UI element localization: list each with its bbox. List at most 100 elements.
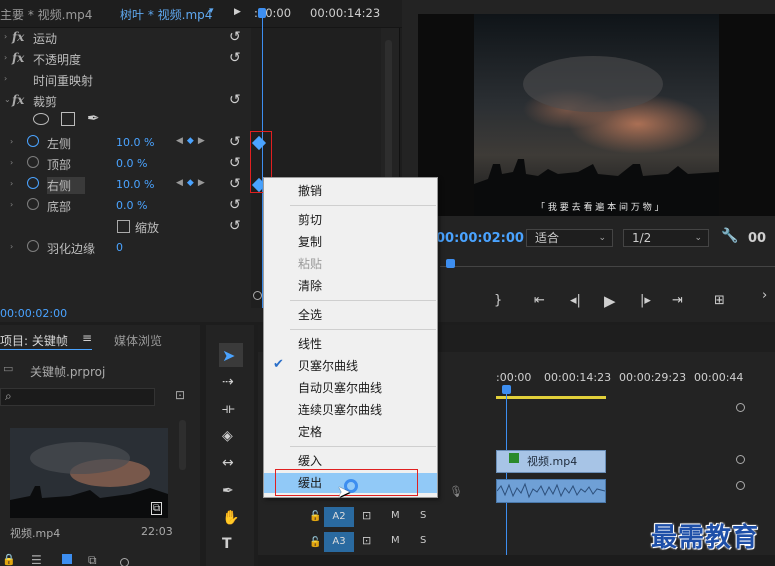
source-clip-tab[interactable]: 主要 * 视频.mp4 — [0, 6, 92, 23]
property-opacity[interactable]: › fx 不透明度 ↺ — [0, 49, 250, 70]
scroll-handle-top[interactable] — [736, 403, 745, 412]
menu-item-bezier[interactable]: 贝塞尔曲线 — [264, 356, 437, 376]
track-select-tool-icon[interactable]: ⇢ — [222, 374, 234, 390]
video-clip[interactable]: 视频.mp4 — [496, 450, 606, 473]
track-a3-label[interactable]: A3 — [324, 532, 354, 552]
playhead-handle[interactable] — [258, 8, 266, 18]
voiceover-icon[interactable]: 🎙 — [449, 485, 463, 498]
monitor-playhead[interactable] — [446, 259, 455, 268]
fx-icon[interactable]: fx — [12, 51, 24, 65]
menu-item-undo[interactable]: 撤销 — [264, 181, 437, 201]
hand-tool-icon[interactable]: ✋ — [222, 510, 239, 526]
play-icon[interactable]: ▶ — [604, 292, 616, 310]
export-frame-icon[interactable]: ⊞ — [714, 293, 725, 308]
reset-icon[interactable]: ↺ — [229, 176, 241, 192]
lock-icon[interactable]: 🔒 — [2, 553, 16, 566]
scroll-handle-audio[interactable] — [736, 481, 745, 490]
menu-item-hold[interactable]: 定格 — [264, 422, 437, 442]
expand-arrow-icon[interactable]: › — [10, 242, 13, 251]
media-browser-tab[interactable]: 媒体浏览 — [114, 332, 162, 349]
fx-icon[interactable]: fx — [12, 93, 24, 107]
ellipse-mask-icon[interactable] — [33, 113, 49, 125]
list-view-icon[interactable]: ☰ — [31, 553, 42, 566]
selection-tool-icon[interactable]: ➤ — [222, 346, 235, 365]
goto-in-icon[interactable]: ⇤ — [534, 293, 545, 308]
crop-bottom-row[interactable]: › 底部 0.0 % ↺ — [0, 196, 250, 217]
collapse-arrow-icon[interactable]: ⌄ — [4, 95, 11, 104]
menu-item-auto-bezier[interactable]: 自动贝塞尔曲线 — [264, 378, 437, 398]
clip-dropdown-icon[interactable]: ▾ — [209, 6, 214, 16]
crop-zoom-row[interactable]: 缩放 ↺ — [0, 217, 250, 238]
mark-out-icon[interactable]: } — [494, 293, 502, 308]
audio-clip[interactable] — [496, 479, 606, 503]
reset-icon[interactable]: ↺ — [229, 29, 241, 45]
track-lock-icon[interactable]: 🔓 — [309, 537, 321, 548]
stopwatch-icon[interactable] — [27, 198, 39, 210]
fx-icon[interactable]: fx — [12, 30, 24, 44]
menu-item-cut[interactable]: 剪切 — [264, 210, 437, 230]
zoom-handle[interactable] — [253, 291, 262, 300]
stopwatch-icon[interactable] — [27, 135, 39, 147]
program-timecode[interactable]: 00:00:02:00 — [436, 231, 524, 246]
param-value[interactable]: 0.0 % — [116, 199, 147, 212]
step-forward-icon[interactable]: |▸ — [640, 293, 651, 308]
param-value[interactable]: 0.0 % — [116, 157, 147, 170]
reset-icon[interactable]: ↺ — [229, 134, 241, 150]
param-value[interactable]: 10.0 % — [116, 178, 154, 191]
type-tool-icon[interactable]: T — [222, 536, 232, 552]
resolution-dropdown[interactable]: 1/2 ⌄ — [623, 229, 709, 247]
goto-out-icon[interactable]: ⇥ — [672, 293, 683, 308]
project-search-input[interactable]: ⌕ — [0, 388, 155, 406]
stopwatch-icon[interactable] — [27, 177, 39, 189]
menu-item-clear[interactable]: 清除 — [264, 276, 437, 296]
clip-thumbnail[interactable]: ⧉ — [10, 428, 168, 518]
property-time-remap[interactable]: › 时间重映射 — [0, 70, 250, 91]
pen-mask-icon[interactable]: ✒ — [87, 109, 100, 127]
property-crop[interactable]: ⌄ fx 裁剪 ↺ — [0, 91, 250, 112]
crop-feather-row[interactable]: › 羽化边缘 0 — [0, 238, 250, 259]
panel-menu-icon[interactable]: ≡ — [82, 331, 92, 345]
icon-view-icon[interactable] — [62, 554, 72, 564]
menu-item-linear[interactable]: 线性 — [264, 334, 437, 354]
sync-lock-icon[interactable]: ⊡ — [362, 509, 371, 522]
active-clip-tab[interactable]: 树叶 * 视频.mp4 — [120, 6, 212, 23]
reset-icon[interactable]: ↺ — [229, 218, 241, 234]
expand-arrow-icon[interactable]: › — [4, 32, 7, 41]
play-only-icon[interactable]: ▶ — [234, 7, 241, 17]
stopwatch-icon[interactable] — [27, 156, 39, 168]
freeform-view-icon[interactable]: ⧉ — [88, 553, 97, 566]
solo-button[interactable]: S — [420, 535, 426, 546]
reset-icon[interactable]: ↺ — [229, 197, 241, 213]
project-scrollbar[interactable] — [179, 420, 186, 470]
new-bin-icon[interactable]: ⊡ — [175, 388, 185, 402]
thumbnail-zoom-handle[interactable] — [120, 558, 129, 566]
zoom-checkbox[interactable] — [117, 220, 130, 233]
pen-tool-icon[interactable]: ✒ — [222, 483, 234, 499]
property-motion[interactable]: › fx 运动 ↺ — [0, 28, 250, 49]
wrench-settings-icon[interactable]: 🔧 — [721, 228, 738, 244]
mute-button[interactable]: M — [391, 510, 400, 521]
fit-dropdown[interactable]: 适合 ⌄ — [526, 229, 613, 247]
param-value[interactable]: 0 — [116, 241, 123, 254]
expand-arrow-icon[interactable]: › — [4, 53, 7, 62]
reset-icon[interactable]: ↺ — [229, 50, 241, 66]
ripple-edit-tool-icon[interactable]: ⟛ — [222, 401, 235, 417]
menu-item-ease-in[interactable]: 缓入 — [264, 451, 437, 471]
monitor-scrub-bar[interactable] — [440, 266, 775, 267]
expand-arrow-icon[interactable]: › — [10, 158, 13, 167]
expand-arrow-icon[interactable]: › — [10, 179, 13, 188]
slip-tool-icon[interactable]: ↔ — [222, 455, 234, 471]
work-area-bar[interactable] — [496, 396, 606, 399]
crop-left-row[interactable]: › 左侧 10.0 % ◀◆▶ ↺ — [0, 133, 250, 154]
effect-current-time[interactable]: 00:00:02:00 — [0, 307, 67, 320]
expand-arrow-icon[interactable]: › — [4, 74, 7, 83]
mute-button[interactable]: M — [391, 535, 400, 546]
reset-icon[interactable]: ↺ — [229, 155, 241, 171]
razor-tool-icon[interactable]: ◈ — [222, 428, 233, 444]
expand-arrow-icon[interactable]: › — [10, 137, 13, 146]
track-lock-icon[interactable]: 🔓 — [309, 511, 321, 522]
solo-button[interactable]: S — [420, 510, 426, 521]
track-a2-label[interactable]: A2 — [324, 507, 354, 527]
crop-right-row[interactable]: › 右侧 10.0 % ◀◆▶ ↺ — [0, 175, 250, 196]
sync-lock-icon[interactable]: ⊡ — [362, 534, 371, 547]
